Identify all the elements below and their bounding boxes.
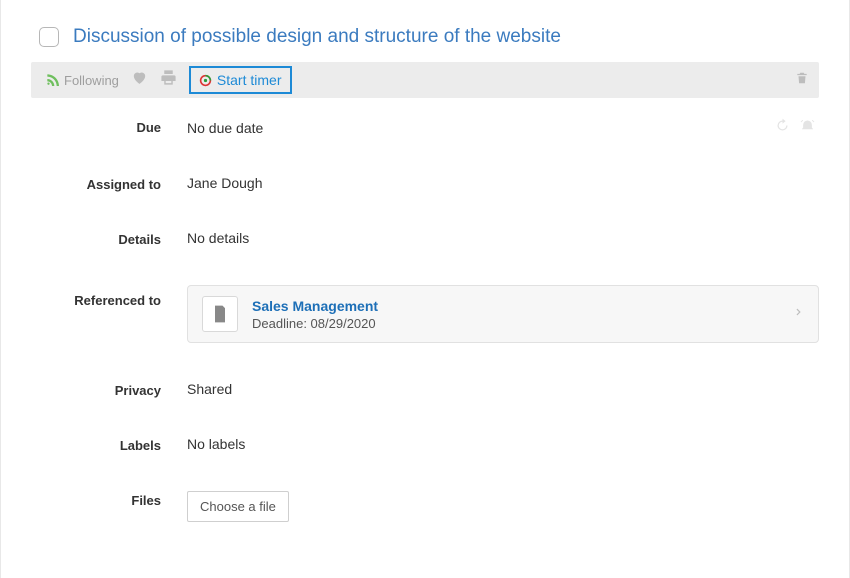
start-timer-button[interactable]: Start timer (189, 66, 292, 94)
reminder-icon[interactable] (800, 118, 815, 137)
reference-deadline: Deadline: 08/29/2020 (252, 316, 780, 331)
start-timer-label: Start timer (217, 72, 282, 88)
due-icons (775, 118, 819, 137)
labels-value[interactable]: No labels (187, 436, 819, 452)
timer-icon (199, 74, 212, 87)
recurrence-icon[interactable] (775, 118, 790, 137)
labels-row: Labels No labels (31, 436, 819, 453)
title-row: Discussion of possible design and struct… (31, 26, 819, 48)
privacy-label: Privacy (31, 381, 161, 398)
chevron-right-icon (794, 303, 804, 326)
assigned-row: Assigned to Jane Dough (31, 175, 819, 192)
privacy-value[interactable]: Shared (187, 381, 819, 397)
rss-icon (45, 72, 59, 89)
follow-button[interactable]: Following (45, 72, 119, 89)
fields: Due No due date Assigned to Jane Dough D… (31, 118, 819, 522)
labels-label: Labels (31, 436, 161, 453)
document-icon (202, 296, 238, 332)
complete-checkbox[interactable] (39, 27, 59, 47)
files-label: Files (31, 491, 161, 508)
task-detail-panel: Discussion of possible design and struct… (0, 0, 850, 578)
referenced-row: Referenced to Sales Management Deadline:… (31, 285, 819, 343)
reference-deadline-prefix: Deadline: (252, 316, 311, 331)
files-value: Choose a file (187, 491, 819, 522)
due-label: Due (31, 118, 161, 135)
follow-label: Following (64, 73, 119, 88)
toolbar-left: Following Start timer (45, 66, 292, 94)
reference-deadline-value: 08/29/2020 (311, 316, 376, 331)
reference-body: Sales Management Deadline: 08/29/2020 (252, 298, 780, 331)
assigned-label: Assigned to (31, 175, 161, 192)
due-row: Due No due date (31, 118, 819, 137)
referenced-value-wrap: Sales Management Deadline: 08/29/2020 (187, 285, 819, 343)
privacy-row: Privacy Shared (31, 381, 819, 398)
print-icon[interactable] (160, 69, 177, 91)
toolbar: Following Start timer (31, 62, 819, 98)
due-value[interactable]: No due date (187, 120, 263, 136)
referenced-label: Referenced to (31, 285, 161, 308)
assigned-value[interactable]: Jane Dough (187, 175, 819, 191)
details-row: Details No details (31, 230, 819, 247)
choose-file-button[interactable]: Choose a file (187, 491, 289, 522)
reference-card[interactable]: Sales Management Deadline: 08/29/2020 (187, 285, 819, 343)
favorite-icon[interactable] (131, 69, 148, 91)
delete-icon[interactable] (795, 71, 809, 89)
task-title[interactable]: Discussion of possible design and struct… (73, 26, 561, 48)
files-row: Files Choose a file (31, 491, 819, 522)
details-label: Details (31, 230, 161, 247)
due-value-wrap: No due date (187, 118, 819, 137)
reference-title: Sales Management (252, 298, 780, 314)
details-value[interactable]: No details (187, 230, 819, 246)
